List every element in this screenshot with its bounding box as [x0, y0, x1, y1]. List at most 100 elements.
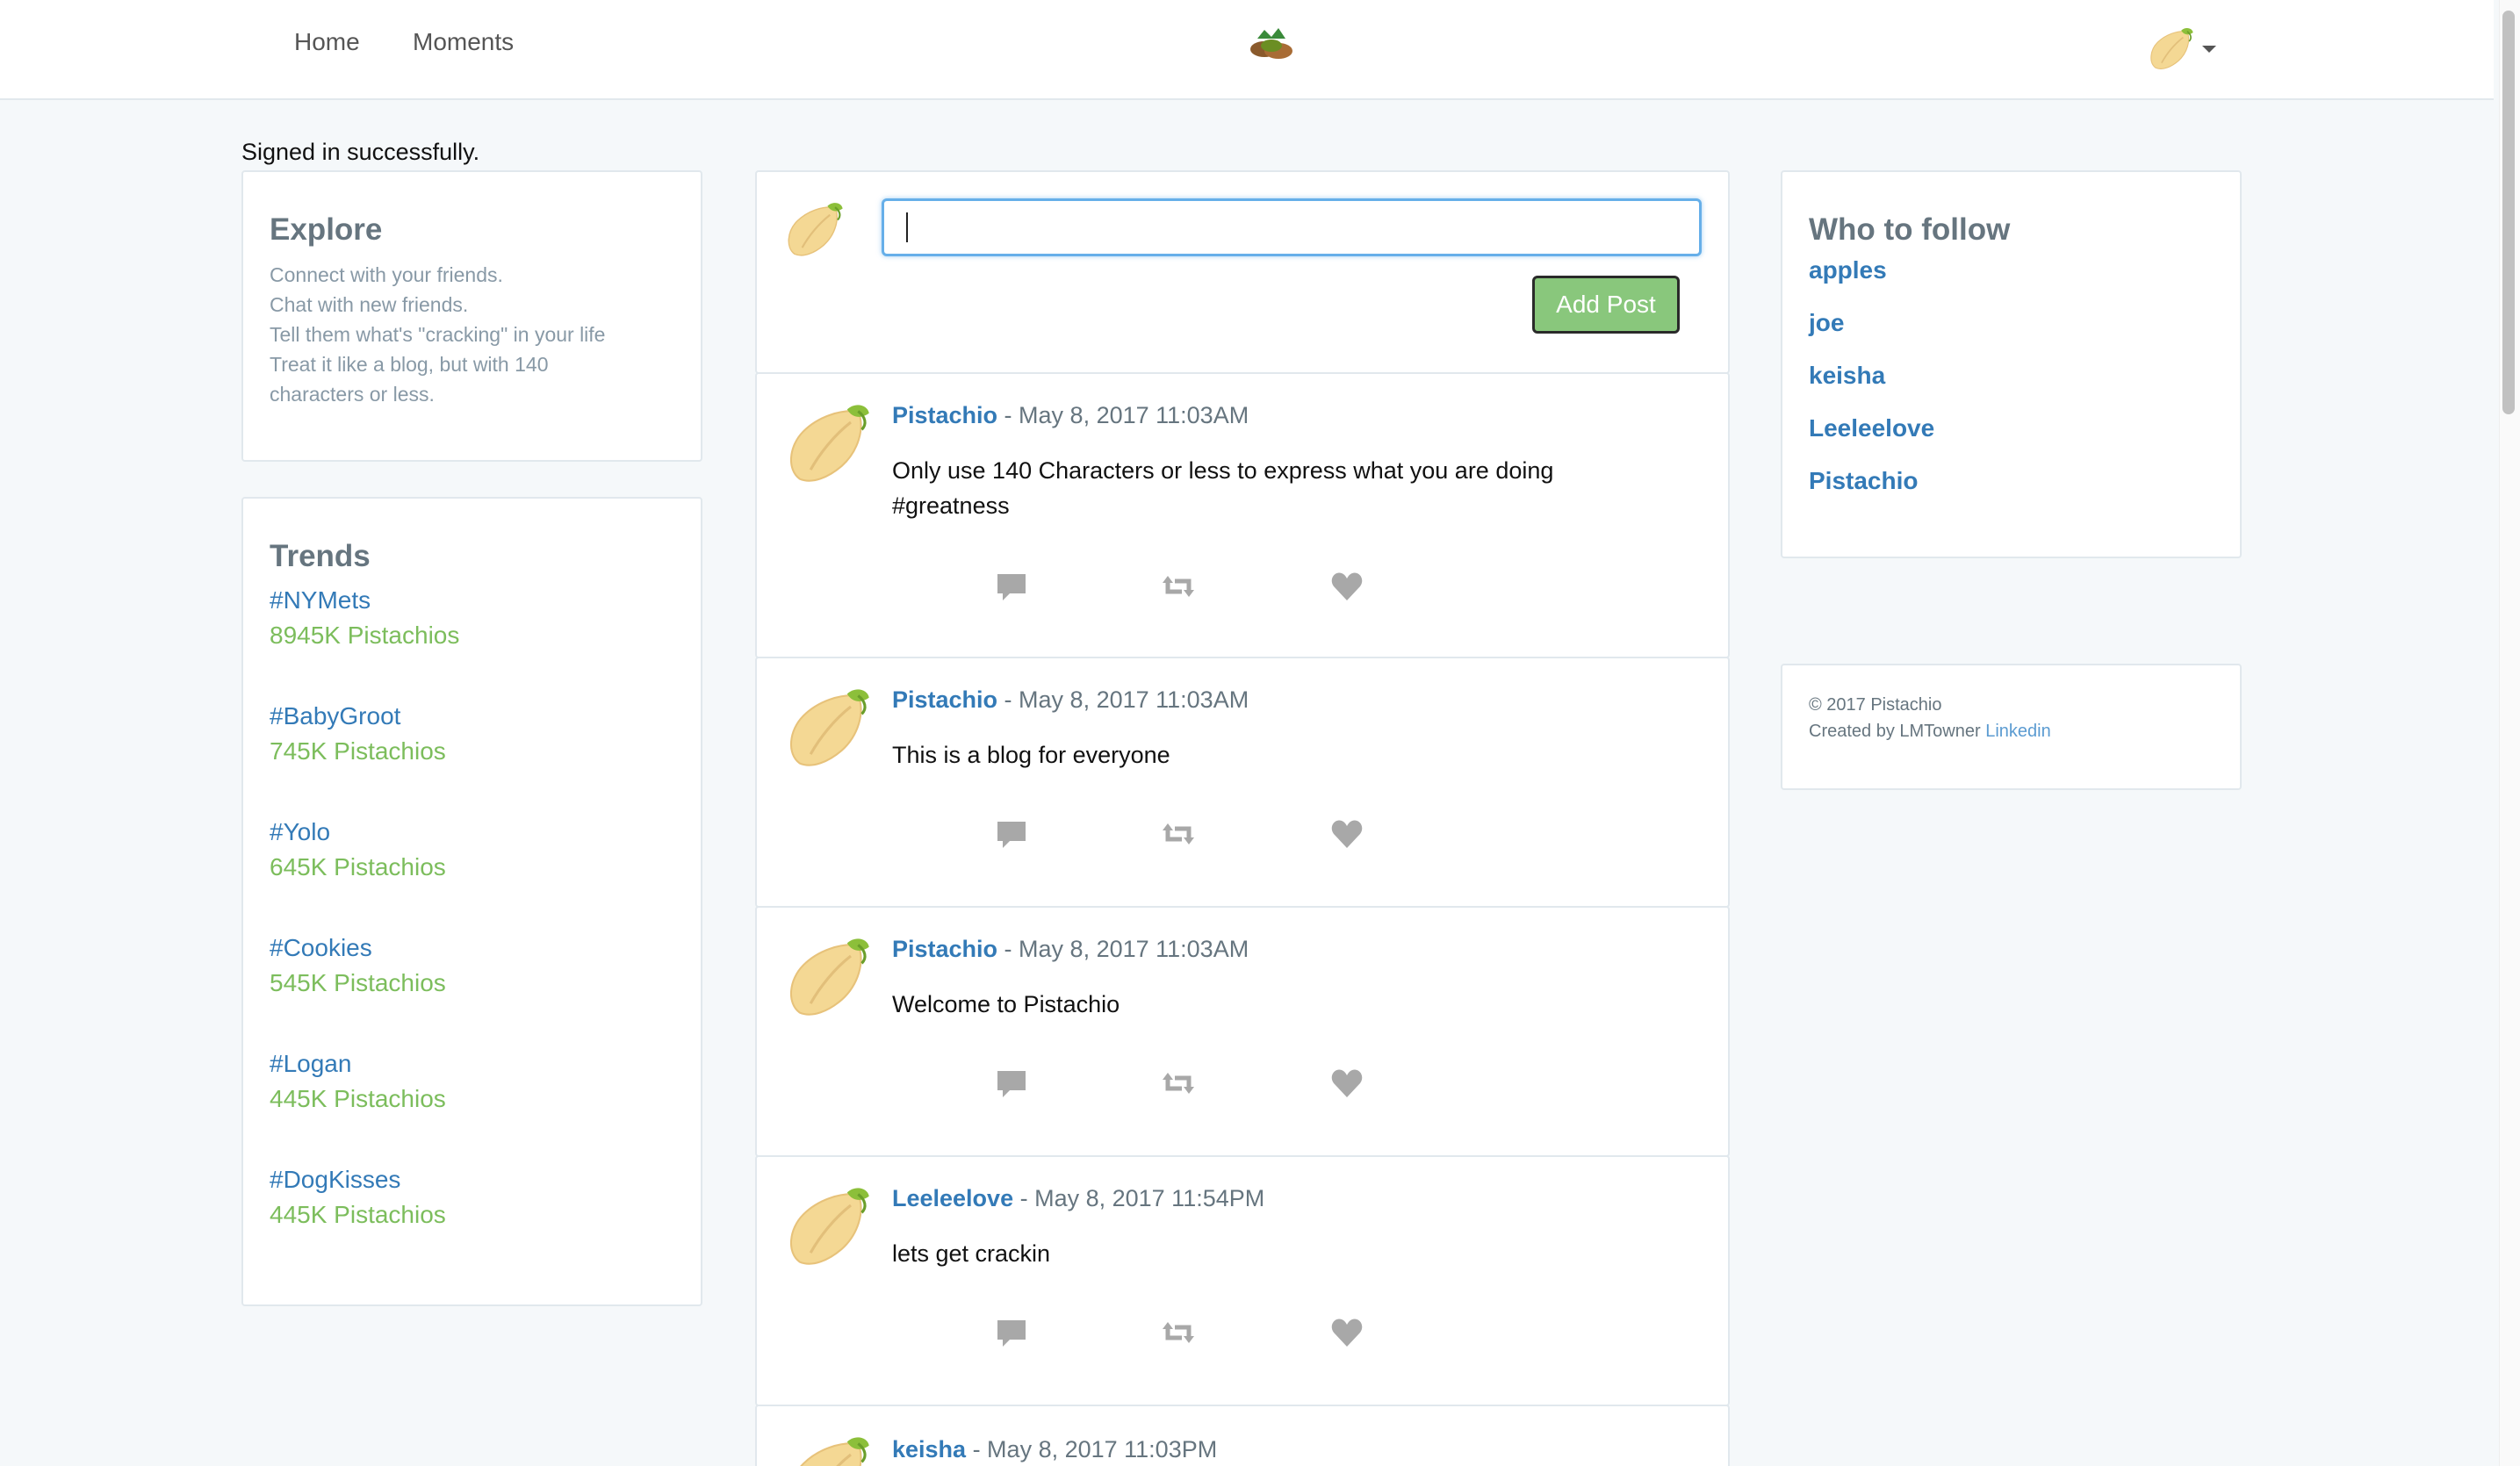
- post-timestamp: - May 8, 2017 11:03AM: [997, 402, 1249, 428]
- trend-item: #BabyGroot 745K Pistachios: [270, 699, 674, 769]
- post-header: Pistachio - May 8, 2017 11:03AM: [892, 402, 1249, 429]
- trend-count: 445K Pistachios: [270, 1201, 446, 1228]
- post-card: keisha - May 8, 2017 11:03PM: [755, 1405, 1730, 1466]
- trends-panel: Trends #NYMets 8945K Pistachios #BabyGro…: [241, 497, 702, 1306]
- trend-hashtag-link[interactable]: #Yolo: [270, 815, 674, 850]
- trend-count: 545K Pistachios: [270, 969, 446, 996]
- text-cursor: [906, 212, 908, 242]
- trend-hashtag-link[interactable]: #BabyGroot: [270, 699, 674, 734]
- trend-hashtag-link[interactable]: #DogKisses: [270, 1162, 674, 1197]
- follow-user-link[interactable]: apples: [1809, 253, 2214, 288]
- trend-item: #DogKisses 445K Pistachios: [270, 1162, 674, 1232]
- reply-icon[interactable]: [994, 569, 1029, 604]
- explore-panel: Explore Connect with your friends. Chat …: [241, 170, 702, 462]
- explore-line: Tell them what's "cracking" in your life: [270, 323, 606, 346]
- explore-line: Chat with new friends.: [270, 293, 469, 316]
- follow-user-link[interactable]: Leeleelove: [1809, 411, 2214, 446]
- post-input[interactable]: [882, 198, 1702, 256]
- post-body: lets get crackin: [892, 1240, 1051, 1267]
- heart-icon[interactable]: [1329, 569, 1364, 604]
- retweet-icon[interactable]: [1161, 1066, 1196, 1101]
- heart-icon[interactable]: [1329, 1066, 1364, 1101]
- post-card: Pistachio - May 8, 2017 11:03AM Only use…: [755, 372, 1730, 658]
- post-header: Pistachio - May 8, 2017 11:03AM: [892, 686, 1249, 714]
- trend-count: 8945K Pistachios: [270, 622, 460, 649]
- post-author-link[interactable]: Pistachio: [892, 936, 997, 962]
- trend-count: 645K Pistachios: [270, 853, 446, 880]
- copyright-text: © 2017 Pistachio: [1809, 695, 1942, 715]
- pistachio-logo-icon[interactable]: [1245, 25, 1298, 63]
- post-actions: [994, 816, 1433, 852]
- who-to-follow-title: Who to follow: [1809, 212, 2011, 247]
- reply-icon[interactable]: [994, 1066, 1029, 1101]
- author-avatar-icon[interactable]: [783, 932, 875, 1024]
- explore-line: Treat it like a blog, but with 140: [270, 353, 549, 376]
- post-actions: [994, 1315, 1433, 1350]
- trend-item: #Logan 445K Pistachios: [270, 1046, 674, 1117]
- trend-item: #Cookies 545K Pistachios: [270, 931, 674, 1001]
- explore-line: characters or less.: [270, 383, 435, 406]
- post-body: Only use 140 Characters or less to expre…: [892, 457, 1554, 519]
- explore-description: Connect with your friends. Chat with new…: [270, 260, 674, 409]
- retweet-icon[interactable]: [1161, 816, 1196, 852]
- caret-down-icon[interactable]: [2202, 46, 2216, 53]
- post-timestamp: - May 8, 2017 11:03AM: [997, 936, 1249, 962]
- post-composer: Add Post: [755, 170, 1730, 374]
- follow-user-link[interactable]: Pistachio: [1809, 464, 2214, 499]
- reply-icon[interactable]: [994, 1315, 1029, 1350]
- author-avatar-icon[interactable]: [783, 1182, 875, 1273]
- post-timestamp: - May 8, 2017 11:54PM: [1013, 1185, 1265, 1211]
- author-avatar-icon[interactable]: [783, 1431, 875, 1466]
- nav-moments-link[interactable]: Moments: [413, 28, 514, 56]
- post-author-link[interactable]: keisha: [892, 1436, 966, 1462]
- post-card: Pistachio - May 8, 2017 11:03AM Welcome …: [755, 906, 1730, 1157]
- page: Home Moments Signed in successfully. Exp…: [0, 0, 2520, 1466]
- author-avatar-icon[interactable]: [783, 683, 875, 774]
- follow-user-link[interactable]: keisha: [1809, 358, 2214, 393]
- explore-line: Connect with your friends.: [270, 263, 503, 286]
- retweet-icon[interactable]: [1161, 569, 1196, 604]
- post-card: Leeleelove - May 8, 2017 11:54PM lets ge…: [755, 1155, 1730, 1406]
- post-actions: [994, 1066, 1433, 1101]
- trend-hashtag-link[interactable]: #Cookies: [270, 931, 674, 966]
- post-actions: [994, 569, 1433, 604]
- trend-hashtag-link[interactable]: #Logan: [270, 1046, 674, 1082]
- trend-item: #NYMets 8945K Pistachios: [270, 583, 674, 653]
- credits-line: Created by LMTowner Linkedin: [1809, 718, 2214, 744]
- heart-icon[interactable]: [1329, 1315, 1364, 1350]
- user-avatar-icon: [783, 198, 846, 262]
- follow-list: apples joe keisha Leeleelove Pistachio: [1809, 253, 2214, 499]
- trend-count: 445K Pistachios: [270, 1085, 446, 1112]
- post-header: Pistachio - May 8, 2017 11:03AM: [892, 936, 1249, 963]
- user-avatar-icon[interactable]: [2147, 25, 2196, 74]
- scrollbar-thumb[interactable]: [2502, 11, 2515, 414]
- trend-count: 745K Pistachios: [270, 737, 446, 765]
- navbar: Home Moments: [0, 0, 2494, 100]
- follow-user-link[interactable]: joe: [1809, 305, 2214, 341]
- post-header: Leeleelove - May 8, 2017 11:54PM: [892, 1185, 1264, 1212]
- trend-hashtag-link[interactable]: #NYMets: [270, 583, 674, 618]
- post-author-link[interactable]: Pistachio: [892, 402, 997, 428]
- created-by-text: Created by LMTowner: [1809, 722, 1981, 741]
- retweet-icon[interactable]: [1161, 1315, 1196, 1350]
- who-to-follow-panel: Who to follow apples joe keisha Leeleelo…: [1781, 170, 2242, 558]
- post-timestamp: - May 8, 2017 11:03AM: [997, 686, 1249, 713]
- post-header: keisha - May 8, 2017 11:03PM: [892, 1436, 1217, 1463]
- explore-title: Explore: [270, 212, 383, 247]
- post-author-link[interactable]: Pistachio: [892, 686, 997, 713]
- post-body: Welcome to Pistachio: [892, 991, 1120, 1017]
- linkedin-link[interactable]: Linkedin: [1985, 722, 2051, 741]
- post-author-link[interactable]: Leeleelove: [892, 1185, 1013, 1211]
- add-post-button[interactable]: Add Post: [1532, 276, 1680, 334]
- trend-item: #Yolo 645K Pistachios: [270, 815, 674, 885]
- post-timestamp: - May 8, 2017 11:03PM: [966, 1436, 1218, 1462]
- post-body: This is a blog for everyone: [892, 742, 1170, 768]
- reply-icon[interactable]: [994, 816, 1029, 852]
- heart-icon[interactable]: [1329, 816, 1364, 852]
- post-card: Pistachio - May 8, 2017 11:03AM This is …: [755, 657, 1730, 908]
- trends-title: Trends: [270, 539, 371, 573]
- footer-panel: © 2017 Pistachio Created by LMTowner Lin…: [1781, 664, 2242, 790]
- nav-home-link[interactable]: Home: [294, 28, 360, 56]
- author-avatar-icon[interactable]: [783, 399, 875, 490]
- flash-message: Signed in successfully.: [241, 139, 480, 165]
